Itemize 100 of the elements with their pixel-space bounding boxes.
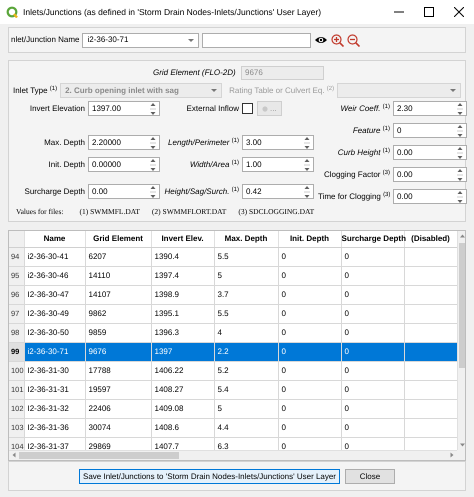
table-cell: 1409.08 [151,399,214,418]
field-label: Weir Coeff. $^{(1)}$ [340,104,390,114]
scroll-down-icon[interactable] [459,443,465,447]
table-cell: 0 [278,323,341,342]
field-label: nlet/Junction Name [11,35,80,45]
window-title: Inlets/Junctions (as defined in 'Storm Drain Nodes-Inlets/Junctions' User Layer) [23,6,322,18]
number-field[interactable]: 0.00 [393,167,467,182]
table-cell: 14107 [85,285,151,304]
table-cell: I2-36-30-50 [24,323,85,342]
field-label: Grid Element (FLO-2D) [153,68,235,78]
table-cell: 0 [341,380,404,399]
spinner-icon[interactable] [150,157,156,172]
table-cell: 1397.4 [151,266,214,285]
table-cell: 0 [341,266,404,285]
field-label: Time for Clogging $^{(3)}$ [318,192,390,202]
table-cell: 1390.4 [151,247,214,266]
table-cell: 1406.22 [151,361,214,380]
number-field[interactable]: 0.00 [393,145,467,160]
table-cell: 0 [278,247,341,266]
table-cell: 22406 [85,399,151,418]
scrollbar-thumb[interactable] [19,452,179,459]
spinner-icon[interactable] [457,123,463,138]
spinner-icon[interactable] [150,184,156,199]
circle-icon [262,106,268,112]
close-button[interactable]: Close [344,468,395,484]
table-cell: 9862 [85,304,151,323]
number-field[interactable]: 2.20000 [88,135,160,150]
table-cell: 19597 [85,380,151,399]
caret-icon [188,38,194,42]
table-cell: 0 [341,361,404,380]
number-field[interactable]: 1397.00 [88,101,160,116]
table-cell: 2.2 [214,342,278,361]
table-cell: 5 [214,399,278,418]
column-header[interactable]: Max. Depth [214,231,278,247]
spinner-icon[interactable] [457,145,463,160]
table-cell: I2-36-31-31 [24,380,85,399]
spinner-icon[interactable] [304,157,310,172]
maximize-icon[interactable] [424,7,434,17]
column-header[interactable]: Invert Elev. [151,231,214,247]
table-cell: 4.4 [214,418,278,437]
spinner-icon[interactable] [457,101,463,116]
table-cell: 5 [214,266,278,285]
close-icon[interactable] [454,7,464,17]
column-header[interactable]: (Disabled) [404,231,457,247]
column-header[interactable]: Init. Depth [278,231,341,247]
column-header[interactable]: Name [24,231,85,247]
spinner-icon[interactable] [304,135,310,150]
table-cell: 5.4 [214,380,278,399]
field-label: Feature $^{(1)}$ [352,126,390,136]
spinner-icon[interactable] [457,167,463,182]
scroll-left-icon[interactable] [12,452,16,458]
zoom-out-icon[interactable] [347,34,360,46]
search-field[interactable] [202,32,312,48]
number-field[interactable]: 0.00000 [88,157,160,172]
number-field[interactable]: 3.00 [242,135,314,150]
table-cell: 1397 [151,342,214,361]
scroll-up-icon[interactable] [459,234,465,238]
table-cell: 1408.27 [151,380,214,399]
table-cell: I2-36-30-49 [24,304,85,323]
table-cell: 0 [278,380,341,399]
table-cell: 0 [278,399,341,418]
column-header[interactable]: Grid Element [85,231,151,247]
spinner-icon[interactable] [304,184,310,199]
eye-icon[interactable] [314,34,328,46]
number-field[interactable]: 0.42 [242,184,314,199]
table-cell: 0 [341,418,404,437]
table-cell: 5.5 [214,247,278,266]
number-field[interactable]: 2.30 [393,101,467,116]
table-cell: 9676 [85,342,151,361]
spinner-icon[interactable] [150,135,156,150]
table-cell: 0 [341,285,404,304]
number-field[interactable]: 0.00 [393,189,467,204]
caret-icon [450,89,456,92]
field-label: Init. Depth [48,159,85,171]
field-label: Height/Sag/Surch. $^{(1)}$ [163,186,239,198]
table-cell: I2-36-30-47 [24,285,85,304]
table-cell: 5.2 [214,361,278,380]
dropdown[interactable]: i2-36-30-71 [82,32,200,48]
scroll-right-icon[interactable] [450,452,454,458]
number-field[interactable]: 0 [393,123,467,138]
app-logo-icon [6,6,18,18]
table-cell: 0 [341,323,404,342]
field-label: Clogging Factor $^{(3)}$ [322,170,390,180]
save-button[interactable]: Save Inlet/Junctions to 'Storm Drain Nodes-Inlets/Junctions' User Layer [79,468,340,484]
table-cell: i2-36-30-41 [24,247,85,266]
table-cell: 5.5 [214,304,278,323]
spinner-icon[interactable] [150,101,156,116]
table-cell: 1396.3 [151,323,214,342]
spinner-icon[interactable] [457,189,463,204]
zoom-in-icon[interactable] [331,34,344,46]
number-field[interactable]: 0.00 [88,184,160,199]
field-label: Curb Height $^{(1)}$ [336,148,390,158]
number-field[interactable]: 1.00 [242,157,314,172]
field-label: Length/Perimeter $^{(1)}$ [167,136,239,149]
table-cell: 1398.9 [151,285,214,304]
checkbox[interactable] [242,103,253,114]
table-cell: 0 [341,247,404,266]
column-header[interactable]: Surcharge Depth [341,231,404,247]
scrollbar-thumb[interactable] [459,243,465,368]
table-cell: i2-36-30-71 [24,342,85,361]
